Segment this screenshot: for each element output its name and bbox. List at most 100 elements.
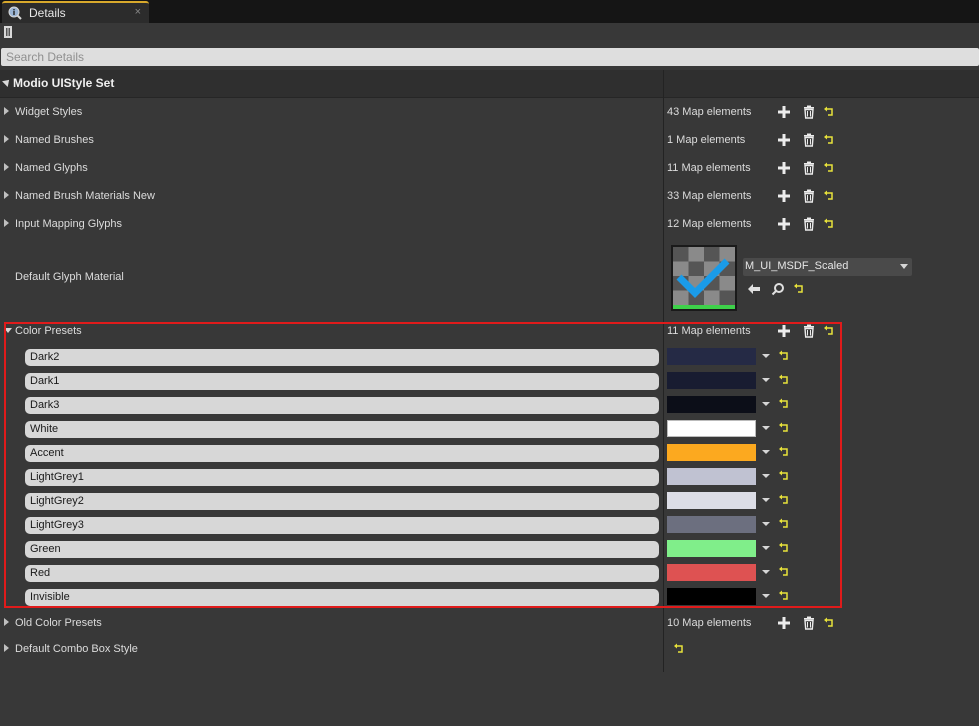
property-label-named-brush-materials-new: Named Brush Materials New [15, 190, 155, 202]
preset-key-field[interactable]: LightGrey3 [25, 517, 659, 534]
preset-key-field[interactable]: Green [25, 541, 659, 558]
collapse-arrow-icon[interactable] [2, 77, 12, 87]
reset-to-default-icon[interactable] [777, 349, 791, 363]
preset-key-field[interactable]: Accent [25, 445, 659, 462]
reset-to-default-icon[interactable] [777, 421, 791, 435]
asset-picker-combo[interactable]: M_UI_MSDF_Scaled [743, 258, 912, 276]
reset-to-default-icon[interactable] [822, 189, 836, 203]
add-element-button[interactable] [777, 616, 791, 630]
preset-key-field[interactable]: Red [25, 565, 659, 582]
reset-to-default-icon[interactable] [822, 161, 836, 175]
reset-to-default-icon[interactable] [777, 397, 791, 411]
material-thumbnail[interactable] [671, 245, 737, 311]
chevron-down-icon[interactable] [761, 445, 771, 459]
color-swatch[interactable] [667, 420, 756, 437]
search-input[interactable] [1, 48, 979, 66]
add-element-button[interactable] [777, 105, 791, 119]
chevron-down-icon[interactable] [761, 349, 771, 363]
preset-key-field[interactable]: Dark3 [25, 397, 659, 414]
color-swatch[interactable] [667, 444, 756, 461]
reset-to-default-icon[interactable] [822, 217, 836, 231]
chevron-down-icon [900, 264, 908, 269]
magnifier-icon[interactable] [771, 282, 785, 296]
expand-arrow-icon[interactable] [4, 135, 9, 143]
reset-to-default-icon[interactable] [777, 589, 791, 603]
preset-key-text: White [30, 423, 59, 435]
color-swatch[interactable] [667, 348, 756, 365]
close-icon[interactable]: × [135, 6, 141, 18]
reset-to-default-icon[interactable] [777, 565, 791, 579]
reset-to-default-icon[interactable] [822, 324, 836, 338]
reset-to-default-icon[interactable] [822, 133, 836, 147]
color-swatch[interactable] [667, 492, 756, 509]
expand-arrow-icon[interactable] [4, 219, 9, 227]
color-swatch[interactable] [667, 540, 756, 557]
expand-arrow-icon[interactable] [4, 107, 9, 115]
expand-arrow-icon[interactable] [4, 618, 9, 626]
add-element-button[interactable] [777, 189, 791, 203]
tab-details[interactable]: Details × [2, 1, 149, 23]
color-swatch[interactable] [667, 564, 756, 581]
column-splitter[interactable] [663, 70, 664, 672]
delete-all-button[interactable] [802, 189, 816, 203]
use-selected-arrow-icon[interactable] [747, 282, 761, 296]
map-count: 43 Map elements [667, 106, 752, 118]
category-header[interactable]: Modio UIStyle Set [0, 70, 979, 98]
chevron-down-icon[interactable] [761, 493, 771, 507]
map-count: 11 Map elements [667, 325, 751, 337]
preset-key-field[interactable]: LightGrey2 [25, 493, 659, 510]
color-swatch[interactable] [667, 588, 756, 605]
color-swatch[interactable] [667, 396, 756, 413]
chevron-down-icon[interactable] [761, 397, 771, 411]
map-count: 12 Map elements [667, 218, 752, 230]
reset-to-default-icon[interactable] [777, 373, 791, 387]
chevron-down-icon[interactable] [761, 541, 771, 555]
preset-key-field[interactable]: White [25, 421, 659, 438]
property-label-default-glyph-material: Default Glyph Material [15, 271, 124, 283]
delete-all-button[interactable] [802, 133, 816, 147]
preset-key-text: Red [30, 567, 51, 579]
preset-key-field[interactable]: Dark2 [25, 349, 659, 366]
delete-all-button[interactable] [802, 324, 816, 338]
reset-to-default-icon[interactable] [777, 445, 791, 459]
expand-arrow-icon[interactable] [4, 644, 9, 652]
add-element-button[interactable] [777, 161, 791, 175]
chevron-down-icon[interactable] [761, 565, 771, 579]
add-element-button[interactable] [777, 217, 791, 231]
reset-to-default-icon[interactable] [792, 282, 806, 296]
expand-arrow-icon[interactable] [4, 163, 9, 171]
property-label-color-presets: Color Presets [15, 325, 82, 337]
chevron-down-icon[interactable] [761, 589, 771, 603]
color-swatch[interactable] [667, 372, 756, 389]
chevron-down-icon[interactable] [761, 517, 771, 531]
reset-to-default-icon[interactable] [822, 105, 836, 119]
reset-to-default-icon[interactable] [822, 616, 836, 630]
chevron-down-icon[interactable] [761, 373, 771, 387]
reset-to-default-icon[interactable] [777, 541, 791, 555]
delete-all-button[interactable] [802, 105, 816, 119]
add-element-button[interactable] [777, 133, 791, 147]
delete-all-button[interactable] [802, 616, 816, 630]
preset-key-text: LightGrey2 [30, 495, 84, 507]
lock-icon[interactable] [3, 25, 13, 39]
search-box[interactable] [1, 48, 979, 66]
chevron-down-icon[interactable] [761, 469, 771, 483]
delete-all-button[interactable] [802, 161, 816, 175]
expand-arrow-icon[interactable] [4, 191, 9, 199]
reset-to-default-icon[interactable] [777, 493, 791, 507]
chevron-down-icon[interactable] [761, 421, 771, 435]
preset-key-field[interactable]: Dark1 [25, 373, 659, 390]
collapse-arrow-icon[interactable] [4, 328, 12, 333]
reset-to-default-icon[interactable] [777, 469, 791, 483]
reset-to-default-icon[interactable] [672, 642, 686, 656]
preset-key-field[interactable]: Invisible [25, 589, 659, 606]
property-label-old-color-presets: Old Color Presets [15, 617, 102, 629]
preset-key-text: Accent [30, 447, 64, 459]
delete-all-button[interactable] [802, 217, 816, 231]
color-swatch[interactable] [667, 468, 756, 485]
color-swatch[interactable] [667, 516, 756, 533]
reset-to-default-icon[interactable] [777, 517, 791, 531]
preset-key-text: Dark2 [30, 351, 60, 363]
preset-key-field[interactable]: LightGrey1 [25, 469, 659, 486]
add-element-button[interactable] [777, 324, 791, 338]
